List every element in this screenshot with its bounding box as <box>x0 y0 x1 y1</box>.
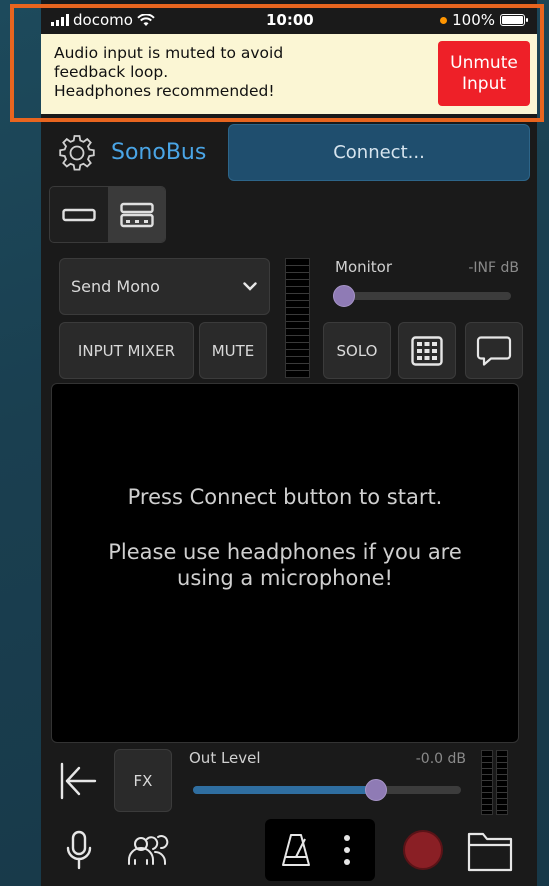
single-layout-icon <box>62 208 96 221</box>
app-title: SonoBus <box>111 140 207 165</box>
headphones-instruction: Please use headphones if you are using a… <box>108 540 462 590</box>
send-mode-select[interactable]: Send Mono <box>59 258 270 315</box>
status-bar: docomo 10:00 100% <box>41 0 537 34</box>
grid-icon <box>411 335 443 366</box>
app-screen: docomo 10:00 100% Audio input is muted t… <box>41 0 537 886</box>
wifi-icon <box>137 13 155 26</box>
output-meter-right <box>496 750 508 815</box>
more-vertical-icon[interactable] <box>343 834 351 866</box>
out-level-fill <box>193 786 377 794</box>
single-layout-button[interactable] <box>50 187 108 242</box>
gear-icon[interactable] <box>57 133 97 173</box>
feedback-warning-banner: Audio input is muted to avoid feedback l… <box>41 34 537 114</box>
connect-button[interactable]: Connect... <box>228 124 530 181</box>
multi-layout-button[interactable] <box>108 187 165 242</box>
mic-in-use-dot <box>440 16 448 24</box>
chat-button[interactable] <box>465 322 523 379</box>
battery-percent: 100% <box>452 11 495 29</box>
out-level-label: Out Level <box>189 749 261 767</box>
back-arrow-icon[interactable] <box>57 760 99 802</box>
chevron-down-icon <box>243 282 257 291</box>
fx-button[interactable]: FX <box>114 749 172 812</box>
monitor-slider[interactable] <box>333 292 511 300</box>
microphone-icon[interactable] <box>65 830 93 872</box>
unmute-input-button[interactable]: Unmute Input <box>438 41 530 106</box>
solo-button[interactable]: SOLO <box>323 322 391 379</box>
connect-instruction: Press Connect button to start. <box>127 485 443 509</box>
metronome-icon[interactable] <box>281 833 311 867</box>
layout-toggle <box>49 186 166 243</box>
monitor-label: Monitor <box>335 258 393 276</box>
battery-icon <box>500 14 528 26</box>
record-icon[interactable] <box>403 830 443 870</box>
carrier-name: docomo <box>73 11 133 29</box>
input-mixer-button[interactable]: INPUT MIXER <box>59 322 194 379</box>
multi-layout-icon <box>120 202 154 227</box>
out-level-slider[interactable] <box>193 786 461 794</box>
out-level-db-value: -0.0 dB <box>415 751 466 767</box>
send-mode-value: Send Mono <box>71 277 160 296</box>
folder-icon[interactable] <box>467 830 513 872</box>
carrier-area: docomo <box>51 11 155 29</box>
monitor-db-value: -INF dB <box>468 260 519 276</box>
input-level-meter <box>285 258 310 378</box>
status-time: 10:00 <box>266 11 314 29</box>
monitor-slider-knob[interactable] <box>333 285 355 307</box>
peers-panel: Press Connect button to start. Please us… <box>51 383 519 743</box>
signal-icon <box>51 14 69 26</box>
mute-button[interactable]: MUTE <box>199 322 267 379</box>
out-level-slider-knob[interactable] <box>365 779 388 801</box>
battery-area: 100% <box>440 11 528 29</box>
warning-message: Audio input is muted to avoid feedback l… <box>54 44 284 100</box>
output-meter-left <box>481 750 493 815</box>
users-icon[interactable] <box>125 832 173 872</box>
grid-button[interactable] <box>398 322 456 379</box>
metronome-controls <box>265 819 375 881</box>
chat-icon <box>476 335 512 366</box>
